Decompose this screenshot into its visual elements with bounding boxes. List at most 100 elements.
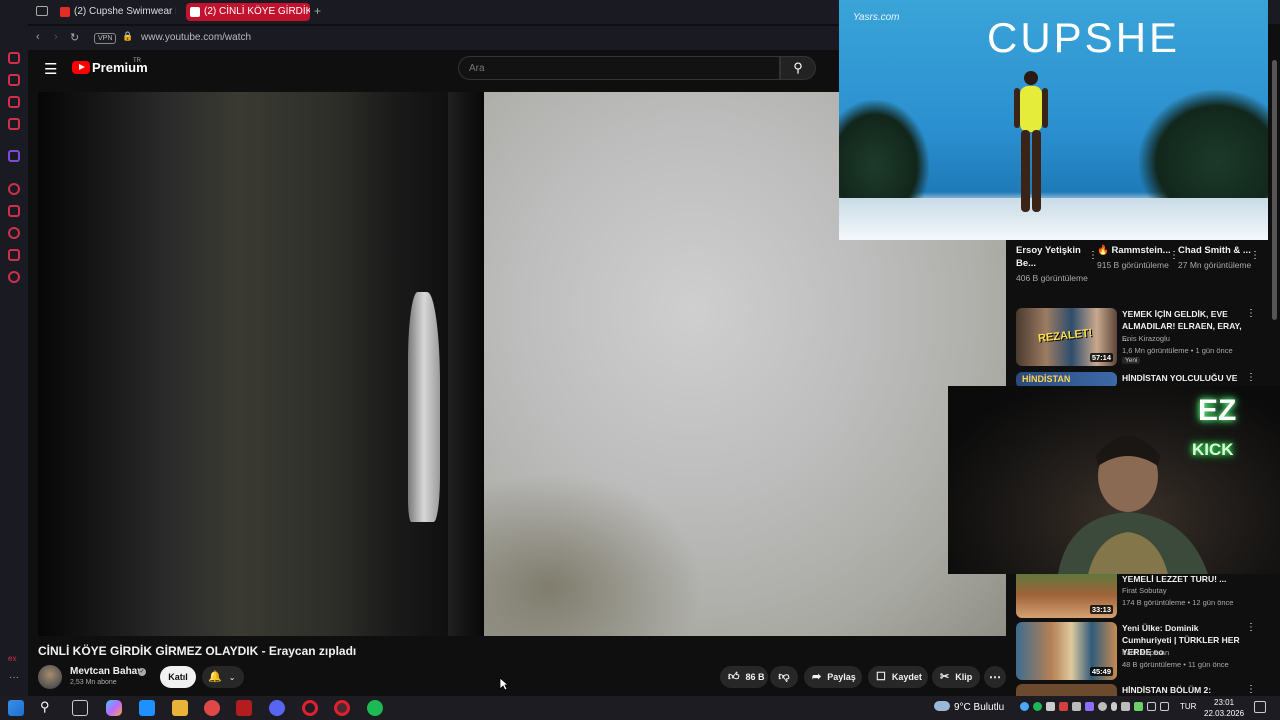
- pip-video-cupshe[interactable]: Yasrs.com CUPSHE: [839, 0, 1268, 240]
- search-icon[interactable]: ⚲: [780, 56, 816, 80]
- thumbnail-text: HİNDİSTAN: [1022, 374, 1071, 384]
- more-icon[interactable]: ···: [9, 672, 19, 683]
- mail-icon[interactable]: [139, 700, 155, 716]
- twitch-icon[interactable]: [8, 150, 20, 162]
- vpn-badge[interactable]: VPN: [94, 33, 117, 44]
- kebab-menu-icon[interactable]: ⋮: [1246, 622, 1256, 633]
- recommendation-channel[interactable]: Fatih Koparan: [1122, 648, 1169, 657]
- history-icon[interactable]: [8, 227, 20, 239]
- task-view-icon[interactable]: [72, 700, 88, 716]
- volume-icon[interactable]: [1160, 702, 1169, 711]
- save-button[interactable]: ☐ Kaydet: [868, 666, 928, 688]
- video-thumbnail[interactable]: [1016, 684, 1117, 696]
- menu-icon[interactable]: ☰: [44, 60, 57, 78]
- kick-logo-text: KICK: [1192, 440, 1234, 459]
- short-card[interactable]: 🔥 Rammstein... 915 B görüntüleme ⋮: [1097, 244, 1179, 271]
- speaker-icon: [190, 7, 200, 17]
- recommendation-channel[interactable]: Firat Sobutay: [1122, 586, 1167, 595]
- windows-start-icon[interactable]: [8, 700, 24, 716]
- kebab-menu-icon[interactable]: ⋮: [1246, 372, 1256, 383]
- video-thumbnail[interactable]: REZALET! 57:14: [1016, 308, 1117, 366]
- video-thumbnail[interactable]: 33:13: [1016, 572, 1117, 618]
- steam-icon[interactable]: [1020, 702, 1029, 711]
- tray-app-icon[interactable]: [1121, 702, 1130, 711]
- tab-cupshe[interactable]: (2) Cupshe Swimwear Fas: [56, 3, 176, 21]
- pip-kick-stream[interactable]: EZ KICK: [948, 386, 1280, 574]
- tab-label: (2) CİNLİ KÖYE GİRDİK: [204, 6, 310, 17]
- player-icon[interactable]: [8, 183, 20, 195]
- copilot-icon[interactable]: [106, 700, 122, 716]
- more-actions-icon[interactable]: ⋯: [984, 666, 1006, 688]
- bag-icon[interactable]: [8, 74, 20, 86]
- search-taskbar-icon[interactable]: ⚲: [40, 699, 50, 715]
- bookmark-icon[interactable]: [8, 205, 20, 217]
- extensions-icon[interactable]: ex: [8, 654, 16, 663]
- ez-logo-text: EZ: [1198, 394, 1237, 427]
- file-explorer-icon[interactable]: [172, 700, 188, 716]
- system-tray: [1020, 702, 1170, 714]
- tray-app-icon[interactable]: [1059, 702, 1068, 711]
- dislike-button[interactable]: 👎︎: [770, 666, 798, 688]
- language-indicator[interactable]: TUR: [1180, 702, 1196, 711]
- join-button[interactable]: Katıl: [160, 666, 196, 688]
- search-input[interactable]: [458, 56, 780, 80]
- channel-avatar[interactable]: [38, 665, 62, 689]
- recommendation-item[interactable]: HİNDİSTAN BÖLÜM 2: ⋮: [1016, 684, 1264, 696]
- weather-text[interactable]: 9°C Bulutlu: [954, 702, 1004, 713]
- video-thumbnail[interactable]: 45:49: [1016, 622, 1117, 680]
- discord-icon[interactable]: [269, 700, 285, 716]
- tray-app-icon[interactable]: [1085, 702, 1094, 711]
- chevron-down-icon: ⌄: [228, 673, 236, 682]
- network-icon[interactable]: [1147, 702, 1156, 711]
- app-icon-red[interactable]: [204, 700, 220, 716]
- tab-active-video[interactable]: (2) CİNLİ KÖYE GİRDİK: [186, 3, 310, 21]
- clip-button[interactable]: ✂ Klip: [932, 666, 980, 688]
- mic-icon[interactable]: [1111, 702, 1117, 711]
- discord-tray-icon[interactable]: [1046, 702, 1055, 711]
- brand-logo-text: CUPSHE: [987, 14, 1181, 61]
- plus-icon[interactable]: +: [314, 4, 321, 18]
- channel-name[interactable]: Mevtcan Bahav: [70, 666, 143, 677]
- opera-gx-icon[interactable]: [334, 700, 350, 716]
- like-count: 86 B: [745, 672, 765, 682]
- youtube-logo-icon[interactable]: [72, 61, 90, 74]
- notification-center-icon[interactable]: [1254, 701, 1266, 713]
- video-frame-gap: [408, 292, 440, 522]
- aria-icon[interactable]: [8, 52, 20, 64]
- back-icon[interactable]: ‹: [36, 31, 40, 43]
- share-label: Paylaş: [827, 672, 856, 682]
- instagram-icon[interactable]: [8, 118, 20, 130]
- mouse-cursor-icon: [499, 677, 509, 691]
- new-badge: Yeni: [1122, 357, 1141, 364]
- kebab-menu-icon[interactable]: ⋮: [1246, 684, 1256, 695]
- short-card[interactable]: Ersoy Yetişkin Be... 406 B görüntüleme ⋮: [1016, 244, 1098, 284]
- tray-app-icon[interactable]: [1072, 702, 1081, 711]
- url-field[interactable]: www.youtube.com/watch: [141, 32, 251, 43]
- short-card[interactable]: Chad Smith & ... 27 Mn görüntüleme ⋮: [1178, 244, 1260, 271]
- send-icon[interactable]: [8, 249, 20, 261]
- kebab-menu-icon[interactable]: ⋮: [1250, 250, 1260, 261]
- recommendation-item[interactable]: REZALET! 57:14 YEMEK İÇİN GELDİK, EVE AL…: [1016, 308, 1264, 366]
- tray-app-icon[interactable]: [1134, 702, 1143, 711]
- scrollbar-thumb[interactable]: [1272, 60, 1277, 320]
- spotify-icon[interactable]: [367, 700, 383, 716]
- messenger-icon[interactable]: [8, 96, 20, 108]
- tray-app-icon[interactable]: [1098, 702, 1107, 711]
- lock-icon[interactable]: 🔒: [122, 31, 133, 42]
- notification-bell-button[interactable]: 🔔 ⌄: [202, 666, 244, 688]
- settings-icon[interactable]: [8, 271, 20, 283]
- share-button[interactable]: ➦ Paylaş: [804, 666, 862, 688]
- app-icon-video[interactable]: [236, 700, 252, 716]
- reload-icon[interactable]: ↻: [70, 31, 79, 44]
- forward-icon[interactable]: ›: [54, 31, 58, 43]
- taskbar: ⚲ 9°C Bulutlu TUR 23:01 22.03.2026: [0, 696, 1280, 720]
- recommendation-item[interactable]: 45:49 Yeni Ülke: Dominik Cumhuriyeti | T…: [1016, 622, 1264, 680]
- recommendation-item[interactable]: 33:13 YEMELİ LEZZET TURU! ... Firat Sobu…: [1016, 572, 1264, 618]
- opera-icon[interactable]: [302, 700, 318, 716]
- spotify-tray-icon[interactable]: [1033, 702, 1042, 711]
- recommendation-channel[interactable]: Enis Kirazoglu: [1122, 334, 1170, 343]
- tab-overview-icon[interactable]: [36, 6, 48, 16]
- kebab-menu-icon[interactable]: ⋮: [1246, 308, 1256, 319]
- clock[interactable]: 23:01 22.03.2026: [1204, 697, 1244, 719]
- like-button[interactable]: 👍︎ 86 B: [720, 666, 768, 688]
